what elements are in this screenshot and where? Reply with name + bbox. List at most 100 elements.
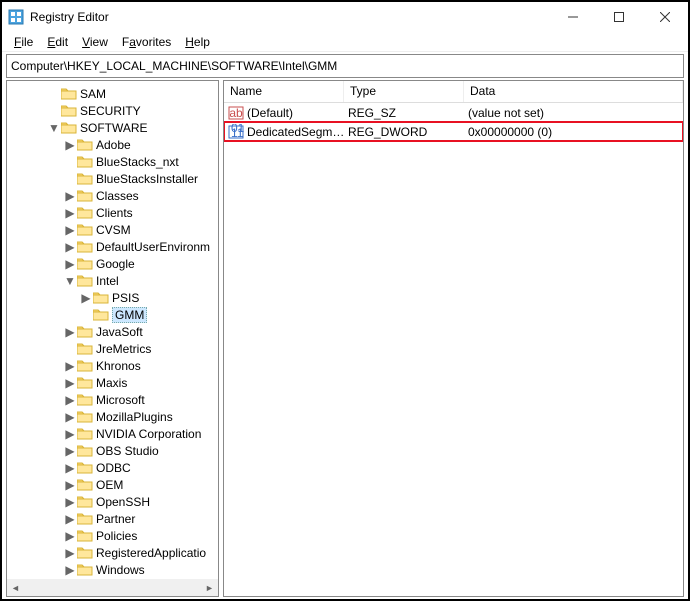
tree-item-label: ODBC [96,461,131,475]
window-controls [550,2,688,32]
tree-item[interactable]: ▶ ODBC [7,459,218,476]
expand-icon[interactable]: ▶ [63,529,77,543]
tree-item[interactable]: ▶ OpenSSH [7,493,218,510]
col-type[interactable]: Type [344,81,464,102]
folder-icon [77,240,93,253]
scroll-left-icon[interactable]: ◄ [7,579,24,596]
tree-item[interactable]: ▶NVIDIA Corporation [7,425,218,442]
titlebar[interactable]: Registry Editor [2,2,688,32]
expand-icon[interactable]: ▶ [63,427,77,441]
expand-icon[interactable]: ▼ [63,274,77,288]
expand-icon[interactable]: ▶ [63,546,77,560]
maximize-button[interactable] [596,2,642,32]
expand-icon[interactable]: ▶ [63,189,77,203]
tree-item-label: CVSM [96,223,131,237]
tree-item-label: Adobe [96,138,131,152]
tree-item[interactable]: ▼Intel [7,272,218,289]
folder-icon [77,172,93,185]
folder-icon [77,563,93,576]
expand-icon[interactable]: ▼ [47,121,61,135]
expand-icon[interactable]: ▶ [63,410,77,424]
folder-icon [77,155,93,168]
column-headers[interactable]: Name Type Data [224,81,683,103]
tree-item[interactable]: ▶Partner [7,510,218,527]
tree-item[interactable]: ▶Maxis [7,374,218,391]
tree-item[interactable]: BlueStacksInstaller [7,170,218,187]
tree-item[interactable]: ▶ DefaultUserEnvironm [7,238,218,255]
folder-icon [77,138,93,151]
tree-item[interactable]: ▶ Windows [7,561,218,578]
tree-item[interactable]: ▼SOFTWARE [7,119,218,136]
expand-icon[interactable]: ▶ [63,325,77,339]
tree-item-label: JavaSoft [96,325,143,339]
menu-view[interactable]: View [76,33,114,51]
expand-icon[interactable]: ▶ [63,240,77,254]
expand-icon[interactable]: ▶ [63,223,77,237]
folder-icon [77,376,93,389]
menu-edit[interactable]: Edit [41,33,74,51]
tree-item[interactable]: BlueStacks_nxt [7,153,218,170]
horizontal-scrollbar[interactable]: ◄ ► [7,579,218,596]
folder-icon [77,206,93,219]
value-row[interactable]: 011110DedicatedSegm…REG_DWORD0x00000000 … [224,122,683,141]
expand-icon[interactable]: ▶ [63,563,77,577]
folder-icon [77,342,93,355]
tree-item-label: OpenSSH [96,495,150,509]
tree-item-label: Khronos [96,359,141,373]
tree-item[interactable]: ▶ Khronos [7,357,218,374]
col-data[interactable]: Data [464,81,683,102]
tree-item[interactable]: ▶ Classes [7,187,218,204]
tree-item[interactable]: ▶OEM [7,476,218,493]
tree-item[interactable]: ▶ Adobe [7,136,218,153]
expand-icon[interactable]: ▶ [63,359,77,373]
tree-item[interactable]: ▶Policies [7,527,218,544]
expand-icon[interactable]: ▶ [63,206,77,220]
expand-icon[interactable]: ▶ [63,461,77,475]
tree-item[interactable]: ▶Clients [7,204,218,221]
folder-icon [61,87,77,100]
expand-icon[interactable]: ▶ [63,376,77,390]
value-row[interactable]: ab(Default)REG_SZ(value not set) [224,103,683,122]
expand-icon[interactable]: ▶ [63,495,77,509]
tree-item[interactable]: JreMetrics [7,340,218,357]
tree-item[interactable]: ▶ JavaSoft [7,323,218,340]
tree-pane[interactable]: SAMSECURITY▼SOFTWARE ▶ AdobeBlueStacks_nxt… [6,80,219,597]
expand-icon[interactable]: ▶ [79,291,93,305]
address-bar[interactable]: Computer\HKEY_LOCAL_MACHINE\SOFTWARE\Int… [6,54,684,78]
tree-item[interactable]: ▶ CVSM [7,221,218,238]
tree-item[interactable]: ▶ Google [7,255,218,272]
tree-item-label: MozillaPlugins [96,410,173,424]
tree-item[interactable]: ▶RegisteredApplicatio [7,544,218,561]
expand-icon[interactable]: ▶ [63,512,77,526]
tree-item[interactable]: SECURITY [7,102,218,119]
folder-icon [77,274,93,287]
col-name[interactable]: Name [224,81,344,102]
tree-item[interactable]: ▶Microsoft [7,391,218,408]
menu-help[interactable]: Help [179,33,216,51]
values-list[interactable]: ab(Default)REG_SZ(value not set)011110De… [224,103,683,141]
expand-icon[interactable]: ▶ [63,138,77,152]
expand-icon[interactable]: ▶ [63,478,77,492]
minimize-button[interactable] [550,2,596,32]
expand-icon[interactable]: ▶ [63,257,77,271]
tree-item[interactable]: GMM [7,306,218,323]
tree-item-label: Windows [96,563,145,577]
expand-icon[interactable]: ▶ [63,444,77,458]
close-button[interactable] [642,2,688,32]
scroll-right-icon[interactable]: ► [201,579,218,596]
expand-icon[interactable]: ▶ [63,393,77,407]
folder-icon [77,359,93,372]
tree-item[interactable]: ▶PSIS [7,289,218,306]
tree-item[interactable]: SAM [7,85,218,102]
tree-item-label: DefaultUserEnvironm [96,240,210,254]
menu-file[interactable]: File [8,33,39,51]
values-pane[interactable]: Name Type Data ab(Default)REG_SZ(value n… [223,80,684,597]
tree-item-label: Google [96,257,135,271]
menu-favorites[interactable]: Favorites [116,33,177,51]
registry-tree[interactable]: SAMSECURITY▼SOFTWARE ▶ AdobeBlueStacks_nxt… [7,81,218,579]
tree-item-label: SAM [80,87,106,101]
tree-item-label: Classes [96,189,139,203]
tree-item[interactable]: ▶ MozillaPlugins [7,408,218,425]
app-icon [8,9,24,25]
tree-item[interactable]: ▶OBS Studio [7,442,218,459]
